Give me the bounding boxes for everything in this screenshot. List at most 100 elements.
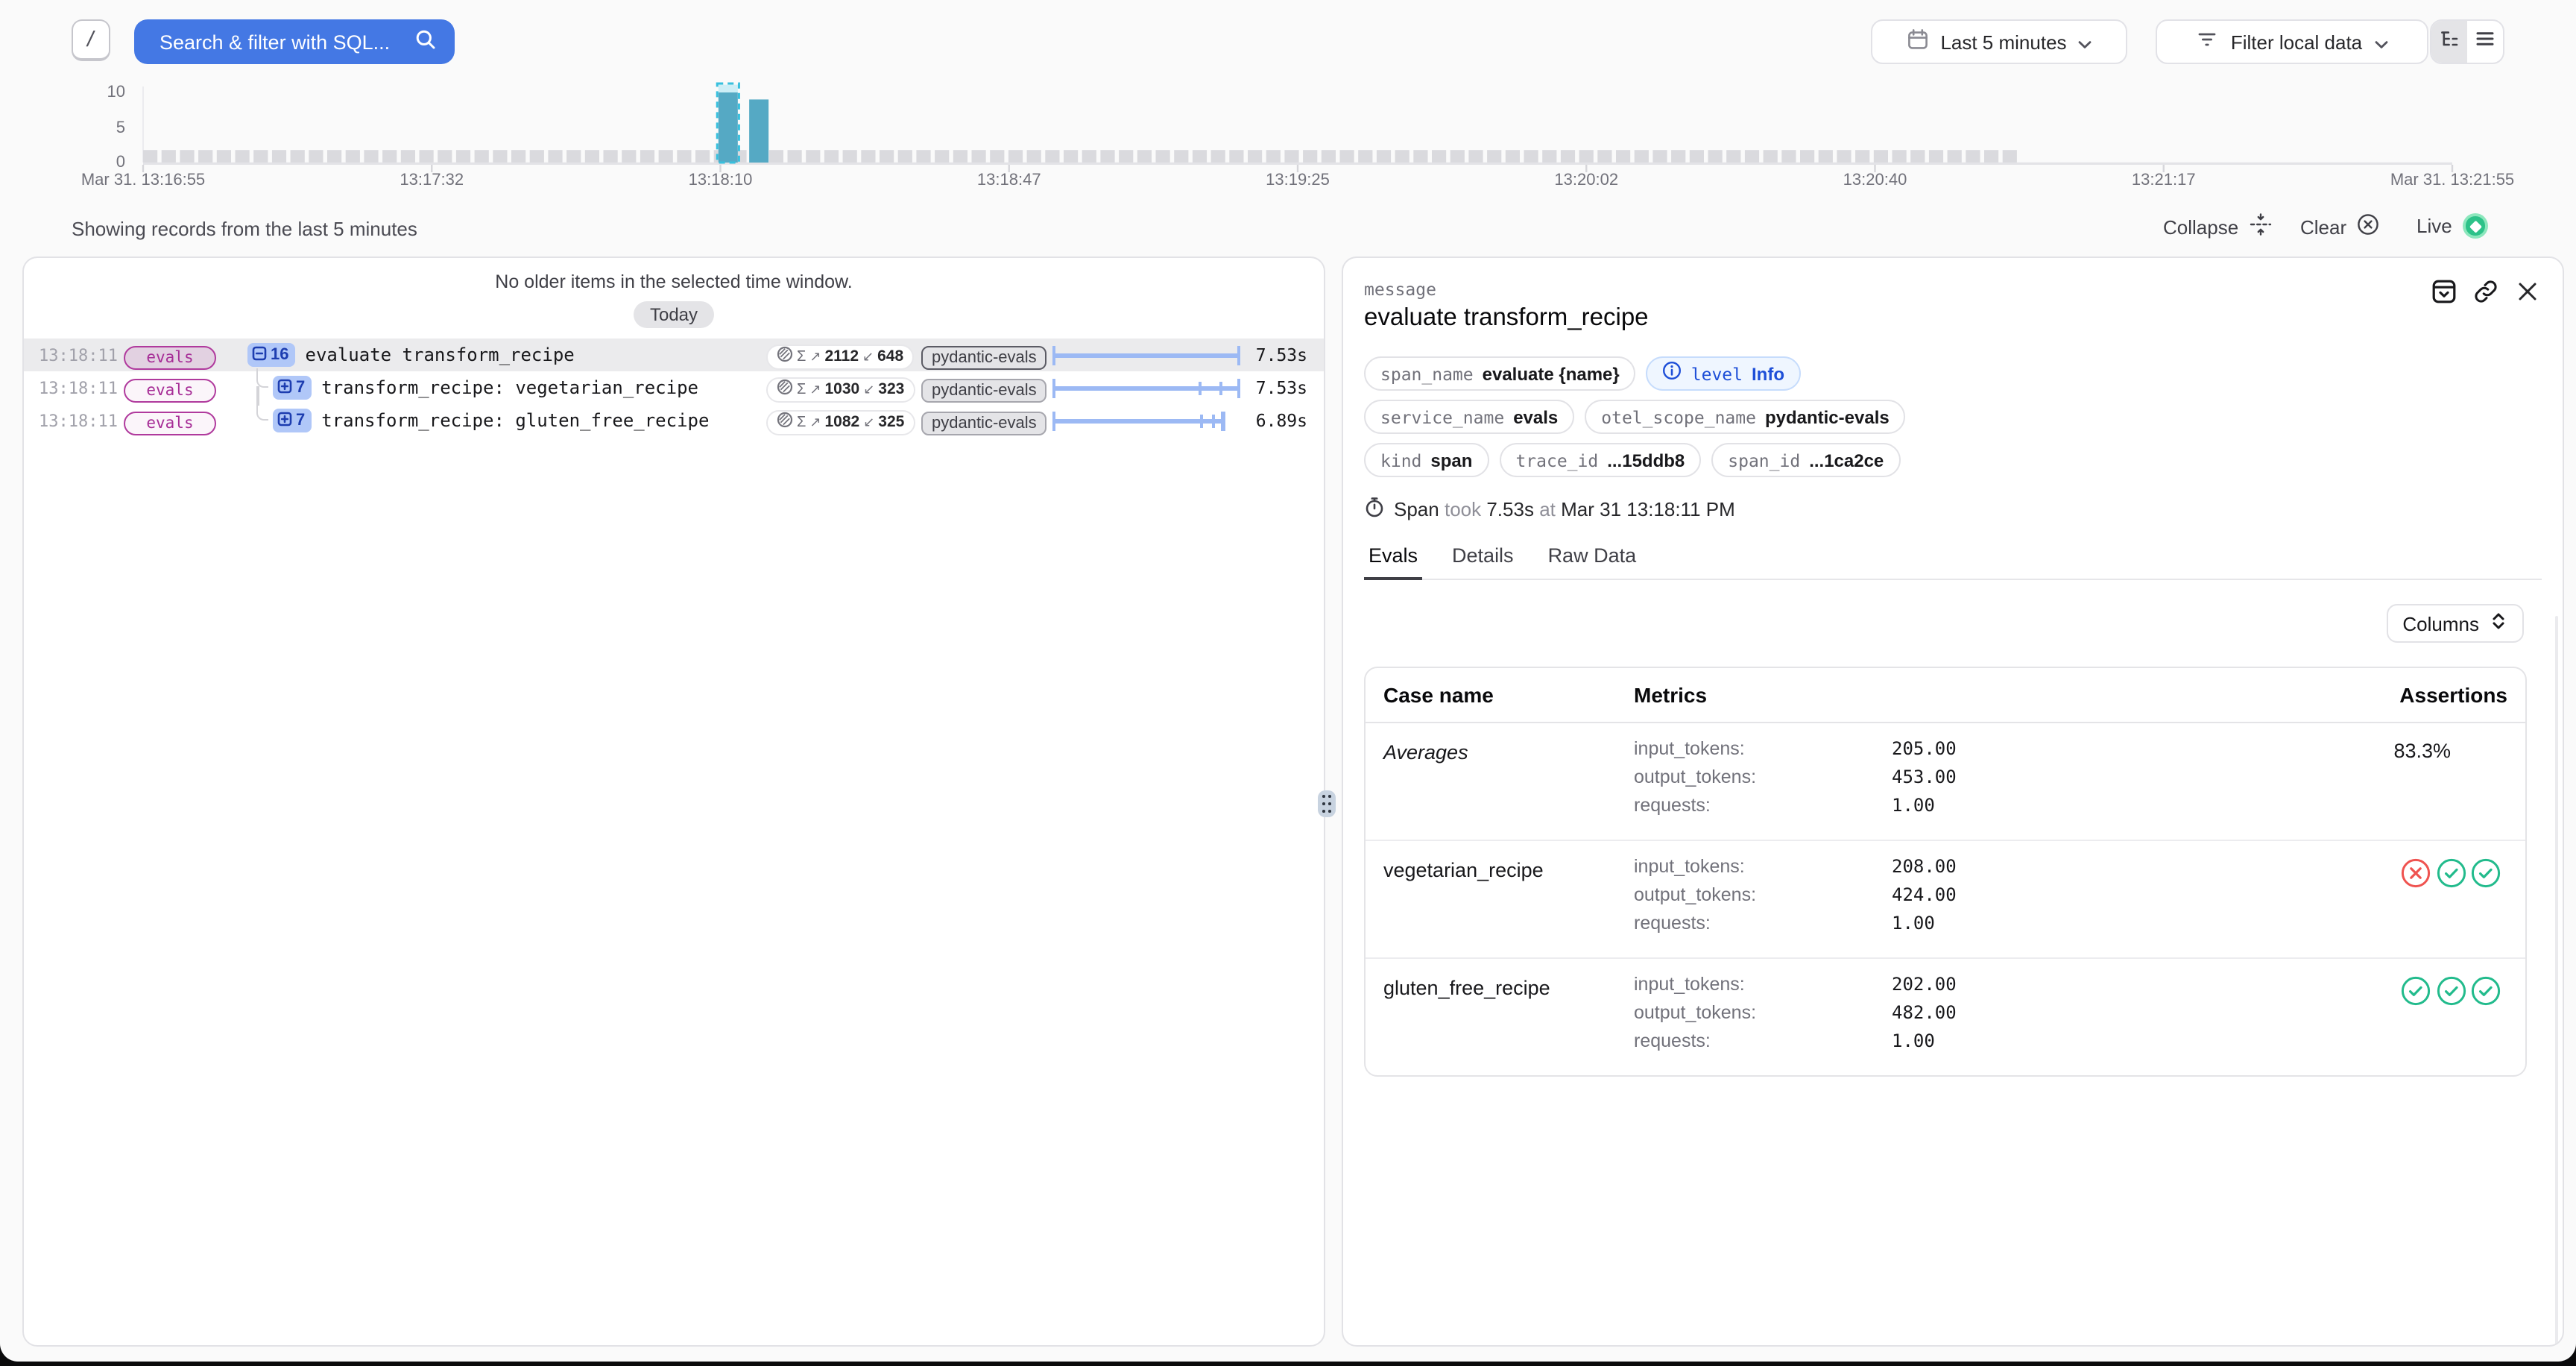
timing-part: Mar 31 13:18:11 PM (1556, 498, 1735, 520)
metric-value: 202.00 (1892, 974, 1957, 995)
records-histogram[interactable]: 0510 Mar 31. 13:16:5513:17:3213:18:1013:… (0, 0, 2576, 194)
evals-table-header: Case name Metrics Assertions (1366, 668, 2525, 723)
histogram-bar[interactable] (719, 92, 738, 163)
live-toggle[interactable]: Live (2416, 213, 2488, 239)
evals-table-row: gluten_free_recipeinput_tokens:202.00out… (1366, 959, 2525, 1075)
trace-row[interactable]: 13:18:11evals 7 transform_recipe: gluten_f… (24, 404, 1324, 437)
attribute-row: kindspan trace_id...15ddb8 span_id...1ca2c… (1364, 443, 2542, 477)
duration-label: 7.53s (1243, 377, 1324, 398)
trace-list-panel: No older items in the selected time wind… (22, 256, 1325, 1347)
tree-indent (234, 339, 247, 371)
scope-badge[interactable]: pydantic-evals (921, 379, 1047, 403)
metric-label: requests: (1634, 795, 1892, 816)
tab-raw-data[interactable]: Raw Data (1544, 544, 1641, 579)
attribute-pill-span_name[interactable]: span_nameevaluate {name} (1364, 356, 1636, 391)
x-axis-tick-label: 13:20:40 (1843, 171, 1907, 189)
metric-label: requests: (1634, 1030, 1892, 1051)
x-axis-tick-label: 13:17:32 (400, 171, 464, 189)
span-count-badge[interactable]: 7 (273, 409, 311, 432)
close-detail-button[interactable] (2513, 280, 2540, 307)
scope-column: pydantic-evals (921, 340, 1049, 370)
tree-indent (234, 371, 273, 404)
arrow-up-right-icon: ↗ (809, 349, 821, 365)
token-stats[interactable]: Σ↗1082↙325 (766, 410, 915, 435)
dock-panel-button[interactable] (2430, 280, 2457, 307)
detail-scrollbar[interactable] (2554, 616, 2558, 1347)
duration-label: 6.89s (1243, 410, 1324, 431)
x-axis-tick-label: 13:20:02 (1554, 171, 1618, 189)
metric-value: 453.00 (1892, 767, 1957, 787)
scope-badge[interactable]: pydantic-evals (921, 412, 1047, 435)
live-label: Live (2416, 215, 2452, 237)
collapse-label: Collapse (2163, 215, 2238, 238)
tree-cell: 16evaluate transform_recipe (234, 339, 766, 371)
metric-line: input_tokens:202.00 (1634, 974, 2329, 995)
timing-part: took (1439, 498, 1481, 520)
tab-details[interactable]: Details (1448, 544, 1518, 579)
copy-link-button[interactable] (2472, 280, 2498, 307)
assertion-pass-icon (2470, 857, 2501, 896)
duration-bar-tick (1200, 415, 1203, 427)
service-tag[interactable]: evals (124, 346, 216, 370)
scope-badge[interactable]: pydantic-evals (921, 346, 1047, 370)
histogram-bar[interactable] (749, 99, 768, 163)
x-axis-tick-label: 13:21:17 (2132, 171, 2196, 189)
attribute-row: service_nameevals otel_scope_namepydantic… (1364, 400, 2542, 434)
columns-button[interactable]: Columns (2386, 604, 2524, 643)
attribute-pill-level[interactable]: levelInfo (1647, 356, 1801, 391)
tag-column: evals (124, 340, 234, 370)
token-stats[interactable]: Σ↗2112↙648 (766, 344, 914, 370)
histogram-svg (0, 78, 2576, 185)
link-icon (2472, 279, 2498, 309)
close-icon (2516, 280, 2538, 307)
assertion-percentage: 83.3% (2393, 740, 2451, 762)
trace-row[interactable]: 13:18:11evals16evaluate transform_recipe… (24, 339, 1324, 371)
up-down-chevrons-icon (2490, 611, 2507, 635)
attribute-pill-span_id[interactable]: span_id...1ca2ce (1711, 443, 1900, 477)
timing-part: Span (1394, 498, 1439, 520)
trace-timestamp: 13:18:11 (24, 411, 124, 430)
metric-value: 1.00 (1892, 795, 1935, 816)
attribute-pill-trace_id[interactable]: trace_id...15ddb8 (1499, 443, 1701, 477)
span-name: transform_recipe: vegetarian_recipe (321, 377, 698, 398)
x-axis-tick-label: 13:19:25 (1266, 171, 1330, 189)
metrics-cell: input_tokens:208.00output_tokens:424.00r… (1634, 856, 2329, 941)
attribute-pill-kind[interactable]: kindspan (1364, 443, 1489, 477)
stats-column: Σ↗2112↙648 (766, 341, 921, 370)
output-tokens-count: 648 (877, 348, 903, 366)
span-count-badge[interactable]: 16 (247, 343, 295, 367)
metric-value: 1.00 (1892, 913, 1935, 934)
collapse-button[interactable]: Collapse (2163, 213, 2271, 240)
y-axis-tick-label: 0 (75, 154, 125, 171)
service-tag[interactable]: evals (124, 412, 216, 435)
x-axis-tick-label: 13:18:10 (689, 171, 753, 189)
metric-value: 482.00 (1892, 1002, 1957, 1023)
clear-button[interactable]: Clear (2300, 213, 2379, 240)
metric-label: output_tokens: (1634, 1002, 1892, 1023)
clear-circle-x-icon (2357, 213, 2379, 240)
service-tag[interactable]: evals (124, 379, 216, 403)
metric-label: input_tokens: (1634, 974, 1892, 995)
detail-tabs: Evals Details Raw Data (1364, 544, 2542, 580)
attribute-value: ...1ca2ce (1809, 450, 1884, 470)
span-count-badge[interactable]: 7 (273, 376, 311, 400)
tab-evals[interactable]: Evals (1364, 544, 1422, 579)
attribute-pill-otel_scope_name[interactable]: otel_scope_namepydantic-evals (1585, 400, 1905, 434)
attribute-pill-service_name[interactable]: service_nameevals (1364, 400, 1574, 434)
showing-records-text: Showing records from the last 5 minutes (72, 218, 417, 240)
span-title: evaluate transform_recipe (1364, 304, 2542, 333)
span-name: transform_recipe: gluten_free_recipe (321, 410, 709, 431)
trace-rows: 13:18:11evals16evaluate transform_recipe… (24, 339, 1324, 437)
expand-node-icon (277, 411, 292, 430)
metric-line: requests:1.00 (1634, 795, 2329, 816)
tokens-icon (777, 409, 793, 436)
tree-connector (256, 368, 268, 388)
col-header-assertions: Assertions (2329, 683, 2507, 707)
token-stats[interactable]: Σ↗1030↙323 (766, 377, 915, 403)
columns-label: Columns (2402, 612, 2479, 635)
col-header-metrics: Metrics (1634, 683, 2329, 707)
metric-value: 424.00 (1892, 884, 1957, 905)
day-divider: Today (634, 301, 714, 328)
panel-resize-handle[interactable] (1318, 790, 1336, 817)
trace-row[interactable]: 13:18:11evals7transform_recipe: vegetari… (24, 371, 1324, 404)
